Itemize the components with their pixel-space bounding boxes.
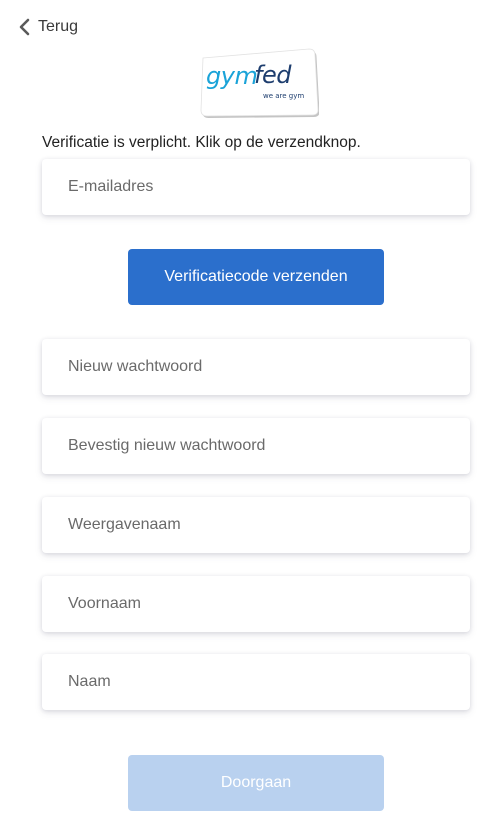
- new-password-input[interactable]: [42, 339, 470, 395]
- first-name-input[interactable]: [42, 576, 470, 632]
- new-password-field: [42, 339, 470, 395]
- display-name-input[interactable]: [42, 497, 470, 553]
- svg-text:gym: gym: [206, 62, 257, 90]
- email-field: [42, 159, 470, 215]
- svg-text:we are gym: we are gym: [263, 92, 304, 100]
- password-reset-page: Terug gym fed we are gym Verificatie is …: [0, 0, 496, 818]
- chevron-left-icon: [18, 18, 30, 36]
- email-input[interactable]: [42, 159, 470, 215]
- gymfed-logo: gym fed we are gym: [197, 46, 319, 118]
- send-verification-code-button[interactable]: Verificatiecode verzenden: [128, 249, 384, 305]
- first-name-field: [42, 576, 470, 632]
- confirm-password-field: [42, 418, 470, 474]
- back-label: Terug: [38, 18, 79, 35]
- verification-instructions: Verificatie is verplicht. Klik op de ver…: [42, 134, 361, 151]
- display-name-field: [42, 497, 470, 553]
- confirm-password-input[interactable]: [42, 418, 470, 474]
- last-name-input[interactable]: [42, 654, 470, 710]
- svg-text:fed: fed: [254, 61, 292, 89]
- back-link[interactable]: Terug: [18, 16, 78, 38]
- last-name-field: [42, 654, 470, 710]
- continue-button[interactable]: Doorgaan: [128, 755, 384, 811]
